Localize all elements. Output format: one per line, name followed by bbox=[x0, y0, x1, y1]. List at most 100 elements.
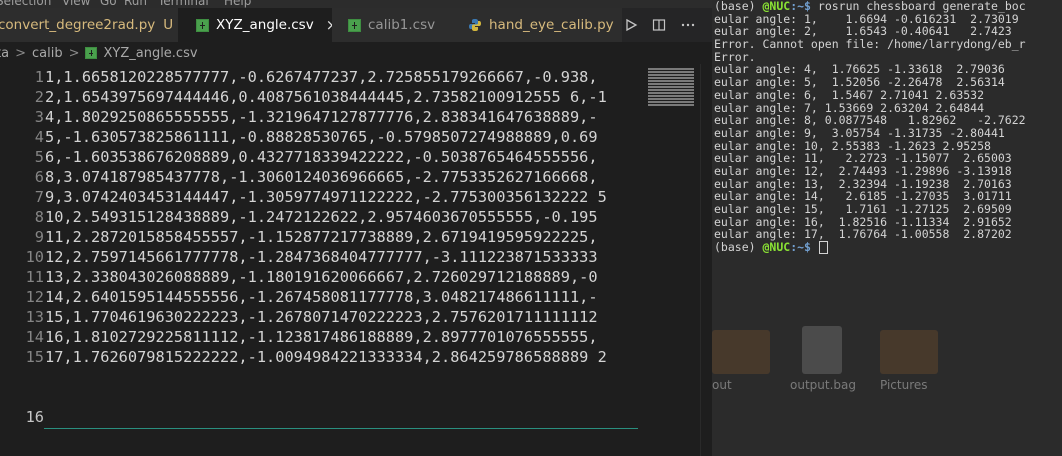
line-text: 9,3.0742403453144447,-1.3059774971122222… bbox=[45, 188, 607, 206]
minimap-line bbox=[648, 74, 694, 76]
code-line: 6 8,3.074187985437778,-1.3060124036966665… bbox=[0, 167, 640, 187]
editor-actions bbox=[624, 8, 696, 42]
code-line: 14 16,1.8102729225811112,-1.1238174861888… bbox=[0, 327, 640, 347]
terminal-output: (base) @NUC:~$ rosrun chessboard generat… bbox=[714, 0, 1062, 255]
minimap-line bbox=[648, 68, 694, 70]
tab-hand-eye-calib[interactable]: hand_eye_calib.py M bbox=[450, 8, 622, 42]
terminal-window[interactable]: out output.bag Pictures (base) @NUC:~$ r… bbox=[712, 0, 1062, 456]
split-editor-icon[interactable] bbox=[652, 18, 666, 32]
desktop-item-label: output.bag bbox=[790, 378, 856, 392]
desktop-item-label: out bbox=[712, 378, 732, 392]
tab-xyz-angle-csv[interactable]: XYZ_angle.csv × bbox=[178, 8, 332, 42]
minimap-line bbox=[648, 86, 694, 88]
line-text: 5,-1.630573825861111,-0.88828530765,-0.5… bbox=[45, 128, 598, 146]
line-number: 7 bbox=[34, 188, 44, 206]
terminal-line: eular angle: 8, 0.0877548 1.82962 -2.762… bbox=[714, 113, 1026, 128]
code-area[interactable]: 1 1,1.6658120228577777,-0.6267477237,2.72… bbox=[0, 64, 640, 456]
code-line: 1 1,1.6658120228577777,-0.6267477237,2.72… bbox=[0, 67, 640, 87]
terminal-command-line: (base) @NUC:~$ rosrun chessboard generat… bbox=[714, 0, 1062, 13]
run-icon[interactable] bbox=[624, 18, 638, 32]
code-line: 10 12,2.7597145661777778,-1.2847368404777… bbox=[0, 247, 640, 267]
line-number: 8 bbox=[34, 208, 44, 226]
terminal-line: eular angle: 15, 1.7161 -1.27125 2.69509 bbox=[714, 202, 1012, 216]
code-line: 11 13,2.338043026088889,-1.18019162006666… bbox=[0, 267, 640, 287]
line-text: 15,1.7704619630222223,-1.267807147022222… bbox=[45, 308, 598, 326]
tab-label: XYZ_angle.csv bbox=[216, 17, 314, 33]
code-line: 5 6,-1.603538676208889,0.4327718339422222… bbox=[0, 147, 640, 167]
code-line: 8 10,2.549315128438889,-1.2472122622,2.95… bbox=[0, 207, 640, 227]
terminal-cursor bbox=[818, 241, 828, 255]
line-text: 6,-1.603538676208889,0.4327718339422222,… bbox=[45, 148, 598, 166]
tab-label: convert_degree2rad.py bbox=[0, 17, 156, 33]
line-number: 10 bbox=[25, 248, 44, 266]
terminal-line: eular angle: 6, 1.5467 2.71041 2.63532 bbox=[714, 87, 985, 102]
tab-convert-degree2rad[interactable]: convert_degree2rad.py U bbox=[0, 8, 178, 42]
prompt-path: :~$ bbox=[790, 240, 811, 255]
breadcrumb-folder[interactable]: ta bbox=[0, 46, 9, 61]
line-number: 11 bbox=[25, 268, 44, 286]
tab-label: hand_eye_calib.py bbox=[489, 17, 614, 33]
minimap-line bbox=[648, 95, 694, 97]
line-text: 2,1.6543975697444446,0.4087561038444445,… bbox=[45, 88, 607, 106]
code-line: 3 4,1.8029250865555555,-1.321964712787777… bbox=[0, 107, 640, 127]
terminal-line: Error. Cannot open file: /home/larrydong… bbox=[714, 37, 1026, 52]
minimap-line bbox=[648, 101, 694, 103]
line-number: 1 bbox=[34, 68, 44, 86]
minimap-line bbox=[648, 77, 694, 79]
vertical-scrollbar[interactable] bbox=[700, 64, 712, 456]
line-text: 11,2.2872015858455557,-1.152877217738889… bbox=[45, 228, 598, 246]
file-icon bbox=[802, 326, 842, 374]
line-text: 14,2.6401595144555556,-1.267458081177778… bbox=[45, 288, 598, 306]
menu-item-view[interactable]: View bbox=[62, 0, 90, 8]
prompt-user: @NUC bbox=[762, 240, 791, 255]
folder-icon bbox=[880, 330, 938, 374]
minimap-line bbox=[648, 83, 694, 85]
line-text: 12,2.7597145661777778,-1.284736840477777… bbox=[45, 248, 598, 266]
code-editor: Selection View Go Run Terminal Help conv… bbox=[0, 0, 712, 456]
line-text: 8,3.074187985437778,-1.3060124036966665,… bbox=[45, 168, 598, 186]
code-line: 4 5,-1.630573825861111,-0.88828530765,-0.… bbox=[0, 127, 640, 147]
breadcrumb-separator: > bbox=[68, 45, 80, 61]
breadcrumb: ta > calib > XYZ_angle.csv bbox=[0, 42, 712, 64]
minimap[interactable] bbox=[640, 64, 700, 456]
line-number: 15 bbox=[25, 348, 44, 366]
prompt-env: (base) bbox=[714, 240, 756, 255]
tab-calib1-csv[interactable]: calib1.csv bbox=[332, 8, 450, 42]
current-line-highlight bbox=[44, 428, 638, 429]
line-number: 3 bbox=[34, 108, 44, 126]
minimap-line bbox=[648, 71, 694, 73]
line-number: 14 bbox=[25, 328, 44, 346]
code-line: 15 17,1.7626079815222222,-1.0094984221333… bbox=[0, 347, 640, 367]
python-file-icon bbox=[468, 18, 482, 32]
current-code-line: 16 bbox=[0, 407, 640, 427]
csv-file-icon bbox=[196, 18, 209, 32]
menu-item-selection[interactable]: Selection bbox=[0, 0, 51, 8]
code-line: 9 11,2.2872015858455557,-1.15287721773888… bbox=[0, 227, 640, 247]
terminal-line: eular angle: 5, 1.52056 -2.26478 2.56314 bbox=[714, 75, 1005, 90]
line-number: 4 bbox=[34, 128, 44, 146]
menu-item-help[interactable]: Help bbox=[224, 0, 251, 8]
line-number: 2 bbox=[34, 88, 44, 106]
desktop-item-label: Pictures bbox=[880, 378, 928, 392]
minimap-line bbox=[648, 98, 694, 100]
line-number: 6 bbox=[34, 168, 44, 186]
minimap-line bbox=[648, 104, 694, 106]
terminal-prompt-line[interactable]: (base) @NUC:~$ bbox=[714, 240, 1062, 255]
line-number: 13 bbox=[25, 308, 44, 326]
folder-icon bbox=[712, 330, 770, 374]
untracked-marker: U bbox=[163, 17, 174, 33]
csv-file-icon bbox=[85, 47, 98, 59]
menu-item-go[interactable]: Go bbox=[100, 0, 117, 8]
menu-item-run[interactable]: Run bbox=[124, 0, 147, 8]
code-line: 7 9,3.0742403453144447,-1.305977497112222… bbox=[0, 187, 640, 207]
terminal-line: eular angle: 9, 3.05754 -1.31735 -2.8044… bbox=[714, 125, 1005, 140]
breadcrumb-folder-calib[interactable]: calib bbox=[32, 46, 63, 61]
breadcrumb-file[interactable]: XYZ_angle.csv bbox=[103, 46, 197, 61]
minimap-line bbox=[648, 80, 694, 82]
line-text: 16,1.8102729225811112,-1.123817486188889… bbox=[45, 328, 598, 346]
line-text: 13,2.338043026088889,-1.180191620066667,… bbox=[45, 268, 598, 286]
code-line: 2 2,1.6543975697444446,0.4087561038444445… bbox=[0, 87, 640, 107]
menu-item-terminal[interactable]: Terminal bbox=[158, 0, 209, 8]
more-actions-icon[interactable] bbox=[680, 18, 696, 32]
line-number: 12 bbox=[25, 288, 44, 306]
